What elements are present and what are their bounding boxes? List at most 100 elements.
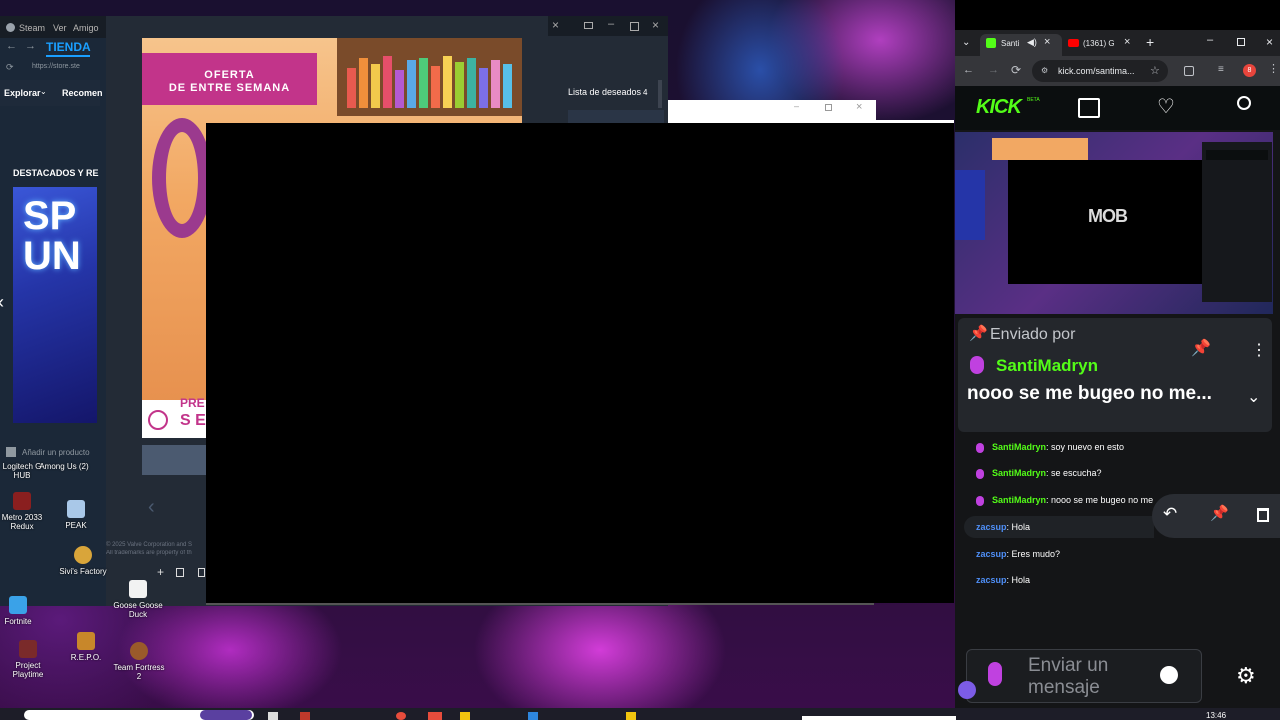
trash-icon[interactable] bbox=[176, 568, 184, 577]
browse-icon[interactable] bbox=[1078, 98, 1100, 118]
minimize-icon[interactable]: – bbox=[794, 101, 799, 111]
menu-dots-icon[interactable]: ⋮ bbox=[1268, 62, 1279, 75]
carousel-prev-icon[interactable]: ‹ bbox=[148, 496, 155, 519]
close-tab-icon[interactable]: × bbox=[1044, 36, 1050, 48]
steam-menu-ver[interactable]: Ver bbox=[53, 23, 67, 33]
desktop-icon-peak[interactable]: PEAK bbox=[48, 500, 104, 530]
stream-logo: MOB bbox=[1088, 206, 1128, 226]
minimize-icon[interactable]: – bbox=[608, 18, 614, 30]
search-icon[interactable] bbox=[1237, 96, 1251, 110]
reload-icon[interactable]: ⟳ bbox=[1011, 63, 1021, 77]
microphone-icon[interactable] bbox=[988, 662, 1002, 686]
heart-icon[interactable]: ♡ bbox=[1157, 94, 1175, 119]
plus-icon[interactable]: + bbox=[157, 565, 164, 579]
desktop-icon-sivis-factory[interactable]: Sivi's Factory bbox=[55, 546, 111, 576]
kick-logo[interactable]: KICK bbox=[976, 96, 1022, 119]
folder-icon[interactable] bbox=[460, 712, 470, 720]
taskbar-app-icon[interactable] bbox=[428, 712, 442, 720]
nested-kick-header bbox=[1206, 150, 1268, 160]
chat-username[interactable]: zacsup bbox=[976, 549, 1007, 559]
settings-gear-icon[interactable]: ⚙ bbox=[1236, 663, 1256, 689]
desktop-icon-project-playtime[interactable]: Project Playtime bbox=[0, 640, 56, 679]
more-options-icon[interactable]: ⋮ bbox=[1251, 340, 1267, 360]
youtube-favicon-icon bbox=[1068, 39, 1079, 47]
tab-label-youtube: (1361) G bbox=[1083, 39, 1115, 48]
back-arrow-icon[interactable]: ← bbox=[963, 64, 974, 76]
emoji-icon[interactable] bbox=[1160, 666, 1178, 684]
chat-text: : Hola bbox=[1006, 575, 1031, 585]
pin-icon[interactable]: 📌 bbox=[1210, 504, 1229, 522]
unpin-icon[interactable]: 📌 bbox=[1191, 338, 1211, 358]
maximize-icon[interactable] bbox=[630, 22, 639, 31]
carousel-left-icon[interactable]: ‹ bbox=[0, 292, 4, 313]
minimize-icon[interactable]: – bbox=[1207, 34, 1213, 46]
peak-icon bbox=[67, 500, 85, 518]
star-icon[interactable]: ☆ bbox=[1150, 64, 1160, 77]
tienda-underline bbox=[46, 55, 90, 57]
chat-text: : nooo se me bugeo no me bbox=[1046, 495, 1154, 505]
maximize-icon[interactable] bbox=[1237, 38, 1245, 46]
taskbar-app-icon[interactable] bbox=[528, 712, 538, 720]
desktop-icon-among-us[interactable]: Among Us (2) bbox=[36, 462, 92, 471]
close-icon[interactable]: × bbox=[552, 18, 559, 32]
chevron-down-icon[interactable]: ⌄ bbox=[1247, 387, 1260, 407]
offer-footer-text: PRE bbox=[180, 396, 205, 410]
chat-message: zacsup: Eres mudo? bbox=[976, 549, 1060, 559]
screen-icon[interactable] bbox=[584, 22, 593, 29]
close-icon[interactable]: × bbox=[856, 101, 862, 113]
new-tab-icon[interactable]: + bbox=[1146, 34, 1154, 50]
site-info-icon[interactable]: ⚙ bbox=[1041, 66, 1048, 75]
desktop-icon-goose-goose-duck[interactable]: Goose Goose Duck bbox=[110, 580, 166, 619]
maximize-icon[interactable] bbox=[825, 104, 832, 111]
add-icon[interactable] bbox=[6, 447, 16, 457]
featured-game-capsule[interactable]: SP UN bbox=[13, 187, 97, 423]
taskbar-chrome-icon[interactable] bbox=[396, 712, 406, 720]
scrollbar[interactable] bbox=[658, 80, 662, 108]
forward-arrow-icon[interactable]: → bbox=[988, 64, 999, 76]
microphone-icon bbox=[976, 495, 984, 506]
desktop-icon-metro-2033[interactable]: Metro 2033 Redux bbox=[0, 492, 50, 531]
chat-username[interactable]: zacsup bbox=[976, 575, 1007, 585]
taskbar-app-icon[interactable] bbox=[626, 712, 636, 720]
chat-username[interactable]: SantiMadryn bbox=[992, 468, 1046, 478]
microphone-icon bbox=[976, 468, 984, 479]
chat-username[interactable]: zacsup bbox=[976, 522, 1007, 532]
steam-menu-steam[interactable]: Steam bbox=[19, 23, 45, 33]
extension-badge[interactable]: 8 bbox=[1243, 64, 1256, 77]
bookmark-icon[interactable] bbox=[198, 568, 205, 577]
taskbar-app-icon[interactable] bbox=[300, 712, 310, 720]
close-window-icon[interactable]: × bbox=[1266, 35, 1273, 49]
playtime-icon bbox=[19, 640, 37, 658]
pinned-username[interactable]: SantiMadryn bbox=[996, 356, 1098, 376]
extension-bubble-icon[interactable] bbox=[958, 681, 976, 699]
desktop-icon-repo[interactable]: R.E.P.O. bbox=[58, 632, 114, 662]
wishlist-link[interactable]: Lista de deseados bbox=[568, 87, 641, 97]
trash-icon[interactable] bbox=[1257, 508, 1269, 522]
reload-icon[interactable]: ⟳ bbox=[6, 62, 14, 73]
back-arrow-icon[interactable]: ← bbox=[6, 40, 17, 52]
chat-username[interactable]: SantiMadryn bbox=[992, 442, 1046, 452]
url-bar[interactable]: https://store.ste bbox=[32, 63, 80, 70]
reply-icon[interactable]: ↶ bbox=[1163, 504, 1177, 524]
steam-menu-amigos[interactable]: Amigo bbox=[73, 23, 99, 33]
extensions-icon[interactable] bbox=[1184, 66, 1194, 76]
add-product-link[interactable]: Añadir un producto bbox=[22, 448, 90, 457]
taskbar-app-icon[interactable] bbox=[268, 712, 278, 720]
banner-nav-button[interactable] bbox=[142, 445, 206, 475]
copyright-line-2: All trademarks are property of th bbox=[106, 550, 192, 556]
taskbar-clock[interactable]: 13:46 bbox=[1206, 711, 1226, 720]
nav-explorar[interactable]: Explorar bbox=[4, 88, 41, 98]
desktop-icon-team-fortress-2[interactable]: Team Fortress 2 bbox=[111, 642, 167, 681]
tab-search-icon[interactable]: ⌄ bbox=[962, 37, 970, 48]
speaker-icon[interactable]: ◀) bbox=[1027, 37, 1037, 48]
close-window-icon[interactable]: × bbox=[652, 18, 659, 32]
tab-tienda[interactable]: TIENDA bbox=[46, 40, 91, 54]
desktop-icon-fortnite[interactable]: Fortnite bbox=[0, 596, 46, 626]
nav-recomendado[interactable]: Recomen bbox=[62, 88, 103, 98]
stream-capture-black-area bbox=[206, 123, 954, 603]
forward-arrow-icon[interactable]: → bbox=[25, 40, 36, 52]
chat-text: : Hola bbox=[1006, 522, 1031, 532]
close-tab-icon[interactable]: × bbox=[1124, 36, 1130, 48]
media-icon[interactable]: ≡ bbox=[1218, 64, 1224, 75]
chat-username[interactable]: SantiMadryn bbox=[992, 495, 1046, 505]
